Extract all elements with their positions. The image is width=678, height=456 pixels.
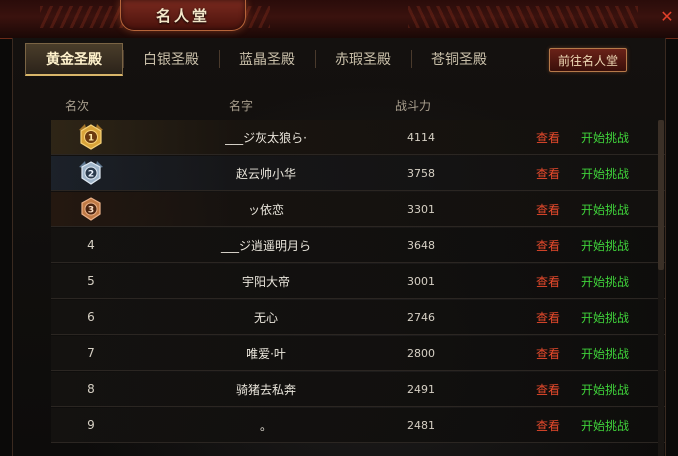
combat-power: 4114	[407, 130, 435, 144]
table-row: 4 ___ジ逍遥明月ら 3648 查看 开始挑战	[51, 228, 665, 263]
table-header: 名次 名字 战斗力	[13, 94, 665, 116]
table-row: 2 赵云帅小华 3758 查看 开始挑战	[51, 156, 665, 191]
view-button[interactable]: 查看	[531, 264, 565, 298]
tab-bronze-hall[interactable]: 苍铜圣殿	[411, 44, 507, 74]
player-name: ___ジ逍遥明月ら	[220, 238, 311, 253]
column-header-power: 战斗力	[395, 99, 432, 113]
tab-sapphire-hall[interactable]: 蓝晶圣殿	[219, 44, 315, 74]
rank-number: 8	[87, 382, 95, 396]
title-bar-ornament-right	[408, 6, 638, 28]
tab-silver-hall[interactable]: 白银圣殿	[123, 44, 219, 74]
rank-number: 1	[88, 134, 94, 144]
combat-power: 3301	[407, 202, 435, 216]
goto-hall-of-fame-button[interactable]: 前往名人堂	[549, 48, 627, 72]
challenge-button[interactable]: 开始挑战	[575, 228, 635, 262]
view-button[interactable]: 查看	[531, 300, 565, 334]
view-button[interactable]: 查看	[531, 372, 565, 406]
challenge-button[interactable]: 开始挑战	[575, 192, 635, 226]
view-button[interactable]: 查看	[531, 192, 565, 226]
player-name: 赵云帅小华	[235, 166, 296, 181]
rank-number: 9	[87, 418, 95, 432]
title-plaque: 名人堂	[120, 0, 246, 31]
title-bar: 名人堂 ✕	[0, 0, 678, 39]
player-name: 骑猪去私奔	[235, 382, 296, 397]
view-button[interactable]: 查看	[531, 336, 565, 370]
combat-power: 2491	[407, 382, 435, 396]
table-row: 1 ___ジ灰太狼ら· 4114 查看 开始挑战	[51, 120, 665, 155]
hall-of-fame-panel: 黄金圣殿 白银圣殿 蓝晶圣殿 赤瑕圣殿 苍铜圣殿 前往名人堂 名次 名字 战斗力…	[12, 38, 666, 456]
table-row: 9 。 2481 查看 开始挑战	[51, 408, 665, 443]
tab-crimson-hall[interactable]: 赤瑕圣殿	[315, 44, 411, 74]
challenge-button[interactable]: 开始挑战	[575, 408, 635, 442]
column-header-rank: 名次	[65, 99, 90, 113]
view-button[interactable]: 查看	[531, 228, 565, 262]
silver-medal-icon: 2	[79, 161, 103, 185]
challenge-button[interactable]: 开始挑战	[575, 336, 635, 370]
combat-power: 2746	[407, 310, 435, 324]
rank-cell: 3	[51, 192, 131, 226]
combat-power: 2481	[407, 418, 435, 432]
tab-gold-hall[interactable]: 黄金圣殿	[25, 42, 123, 76]
window-title: 名人堂	[155, 6, 210, 25]
close-icon[interactable]: ✕	[660, 9, 674, 25]
view-button[interactable]: 查看	[531, 156, 565, 190]
challenge-button[interactable]: 开始挑战	[575, 300, 635, 334]
view-button[interactable]: 查看	[531, 120, 565, 154]
rank-number: 6	[87, 310, 95, 324]
challenge-button[interactable]: 开始挑战	[575, 264, 635, 298]
combat-power: 3001	[407, 274, 435, 288]
rank-cell: 2	[51, 156, 131, 190]
player-name: ___ジ灰太狼ら·	[225, 130, 307, 145]
challenge-button[interactable]: 开始挑战	[575, 156, 635, 190]
rank-cell: 1	[51, 120, 131, 154]
table-row: 8 骑猪去私奔 2491 查看 开始挑战	[51, 372, 665, 407]
rank-number: 7	[87, 346, 95, 360]
combat-power: 3758	[407, 166, 435, 180]
table-row: 5 宇阳大帝 3001 查看 开始挑战	[51, 264, 665, 299]
view-button[interactable]: 查看	[531, 408, 565, 442]
rank-number: 2	[88, 170, 94, 180]
combat-power: 3648	[407, 238, 435, 252]
challenge-button[interactable]: 开始挑战	[575, 372, 635, 406]
list-scrollbar[interactable]	[658, 120, 664, 456]
column-header-name: 名字	[229, 99, 254, 113]
player-name: 宇阳大帝	[241, 274, 290, 289]
table-row: 3 ッ依恋 3301 查看 开始挑战	[51, 192, 665, 227]
rank-number: 5	[87, 274, 95, 288]
bronze-medal-icon: 3	[81, 197, 101, 221]
player-name: 。	[259, 418, 272, 433]
table-row: 7 唯爱·叶 2800 查看 开始挑战	[51, 336, 665, 371]
player-name: 唯爱·叶	[246, 346, 286, 361]
player-name: ッ依恋	[247, 202, 284, 217]
combat-power: 2800	[407, 346, 435, 360]
rank-number: 4	[87, 238, 95, 252]
scrollbar-thumb[interactable]	[658, 120, 664, 270]
tab-bar: 黄金圣殿 白银圣殿 蓝晶圣殿 赤瑕圣殿 苍铜圣殿	[25, 42, 507, 76]
rank-number: 3	[88, 206, 94, 216]
player-name: 无心	[253, 310, 278, 325]
gold-medal-icon: 1	[79, 124, 103, 150]
table-row: 6 无心 2746 查看 开始挑战	[51, 300, 665, 335]
challenge-button[interactable]: 开始挑战	[575, 120, 635, 154]
